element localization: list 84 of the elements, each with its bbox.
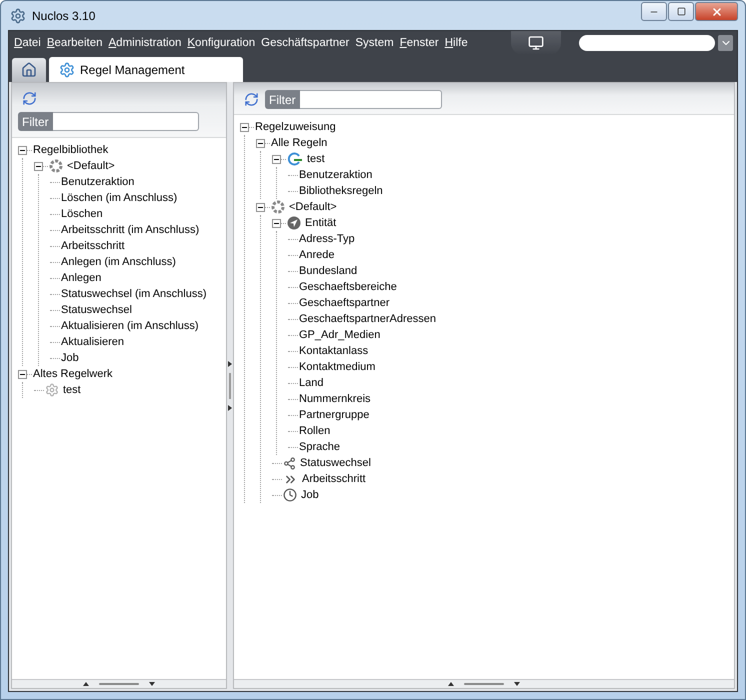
tree-item[interactable]: Entität [304, 217, 338, 229]
menu-item[interactable]: Geschäftspartner [258, 37, 352, 49]
tree-item[interactable]: Geschaeftsbereiche [298, 281, 398, 293]
maximize-icon [676, 7, 686, 16]
tree-item[interactable]: Aktualisieren (im Anschluss) [60, 320, 200, 332]
tree-toggle[interactable] [34, 162, 43, 170]
tree-item[interactable]: Statuswechsel [60, 304, 133, 316]
tree-toggle[interactable] [256, 138, 265, 148]
tree-item[interactable]: test [306, 153, 326, 165]
minimize-button[interactable] [641, 2, 667, 21]
home-tab[interactable] [12, 58, 46, 82]
filter-label: Filter [265, 90, 300, 109]
dropdown-button[interactable] [718, 35, 733, 51]
tree-toggle[interactable] [256, 202, 265, 212]
tree-item[interactable]: Löschen [60, 208, 104, 220]
branch-icon [283, 456, 296, 470]
tree-item[interactable]: Benutzeraktion [298, 169, 374, 181]
tree-item[interactable]: Rollen [298, 425, 332, 437]
tree-item[interactable]: Job [300, 489, 320, 501]
tree-item[interactable]: Löschen (im Anschluss) [60, 192, 178, 204]
tree-item[interactable]: Bundesland [298, 265, 358, 277]
tree-item[interactable]: Arbeitsschritt [301, 473, 367, 485]
tree-item[interactable]: Kontaktmedium [298, 361, 376, 373]
clock-icon [283, 488, 297, 502]
tree-item[interactable]: Anlegen (im Anschluss) [60, 256, 177, 268]
tree-item[interactable]: Job [60, 352, 80, 364]
window-title: Nuclos 3.10 [32, 8, 96, 22]
tree-item[interactable]: Regelbibliothek [32, 144, 110, 156]
close-button[interactable] [695, 2, 738, 21]
tab[interactable]: Regel Management [49, 57, 243, 82]
maximize-button[interactable] [668, 2, 694, 21]
tree-item[interactable]: GP_Adr_Medien [298, 329, 382, 341]
tree-item[interactable]: Anlegen [60, 272, 102, 284]
tree-item[interactable]: Land [298, 377, 324, 389]
tree-item[interactable]: Aktualisieren [60, 336, 125, 348]
tree-item[interactable]: test [62, 384, 82, 396]
tree-item[interactable]: Benutzeraktion [60, 176, 136, 188]
filter-field[interactable] [300, 90, 442, 109]
menu-item[interactable]: Hilfe [442, 37, 471, 49]
tree-item[interactable]: Adress-Typ [298, 233, 356, 245]
tree-item[interactable]: Partnergruppe [298, 409, 370, 421]
tree-item[interactable]: GeschaeftspartnerAdressen [298, 313, 437, 325]
tree-item[interactable]: <Default> [288, 201, 338, 213]
splitter-grip-icon [81, 681, 157, 687]
splitter-handle-icon [228, 360, 232, 410]
tree-toggle[interactable] [272, 154, 281, 164]
refresh-arrow-icon [287, 152, 303, 166]
tree-toggle[interactable] [272, 218, 281, 228]
tree-item[interactable]: Statuswechsel [299, 457, 372, 469]
home-icon [21, 62, 37, 78]
menu-item[interactable]: System [352, 37, 397, 49]
splitter-grip-icon [446, 681, 522, 687]
tree-item[interactable]: Altes Regelwerk [32, 368, 114, 380]
tree-item[interactable]: <Default> [66, 160, 116, 172]
monitor-icon [528, 35, 544, 51]
tree-item[interactable]: Alle Regeln [270, 137, 328, 149]
menu-item[interactable]: Konfiguration [184, 37, 258, 49]
monitor-button[interactable] [511, 31, 561, 55]
tree-item[interactable]: Nummernkreis [298, 393, 372, 405]
search-field[interactable] [579, 35, 715, 51]
tree-item[interactable]: Kontaktanlass [298, 345, 370, 357]
gear-icon [59, 62, 75, 78]
tree-item[interactable]: Bibliotheksregeln [298, 185, 384, 197]
menu-item[interactable]: Datei [11, 37, 44, 49]
dotted-ring-icon [271, 200, 285, 214]
menu-item[interactable]: Administration [106, 37, 184, 49]
dotted-ring-icon [49, 159, 63, 173]
tree-item[interactable]: Arbeitsschritt [60, 240, 126, 252]
tree-toggle[interactable] [18, 370, 27, 378]
tree-item[interactable]: Geschaeftspartner [298, 297, 390, 309]
filter-label: Filter [18, 112, 53, 131]
tree-item[interactable]: Anrede [298, 249, 336, 261]
menu-item[interactable]: Bearbeiten [44, 37, 106, 49]
tree-item[interactable]: Regelzuweisung [254, 121, 337, 133]
app-gear-icon [10, 8, 26, 24]
tree-toggle[interactable] [240, 122, 249, 132]
filter-field[interactable] [52, 112, 199, 131]
tree-toggle[interactable] [18, 146, 27, 154]
menu-item[interactable]: Fenster [396, 37, 442, 49]
gear-icon [45, 383, 59, 397]
tree-item[interactable]: Arbeitsschritt (im Anschluss) [60, 224, 200, 236]
close-icon [710, 6, 722, 18]
tree-item[interactable]: Statuswechsel (im Anschluss) [60, 288, 208, 300]
tree-item[interactable]: Sprache [298, 441, 341, 453]
